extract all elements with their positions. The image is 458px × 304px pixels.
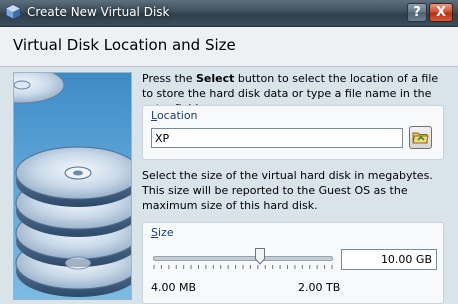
size-slider-ticks bbox=[153, 265, 333, 269]
disk-stack-illustration bbox=[14, 73, 131, 297]
close-icon: X bbox=[435, 5, 447, 20]
disk-stack-image bbox=[13, 72, 132, 300]
help-button-label: ? bbox=[413, 5, 421, 20]
location-label-text: ocation bbox=[156, 109, 198, 122]
size-group: Size 4.00 MB 2.00 TB bbox=[142, 222, 444, 304]
size-slider-track[interactable] bbox=[153, 256, 333, 261]
size-label-text: ize bbox=[157, 226, 174, 239]
page-header: Virtual Disk Location and Size bbox=[0, 27, 458, 67]
size-label-mnemonic: S bbox=[151, 226, 158, 239]
size-input[interactable] bbox=[341, 249, 437, 270]
virtualbox-icon bbox=[5, 4, 21, 20]
folder-icon bbox=[412, 132, 429, 144]
close-button[interactable]: X bbox=[429, 3, 453, 22]
size-slider-thumb[interactable] bbox=[254, 248, 265, 265]
page-title: Virtual Disk Location and Size bbox=[13, 36, 236, 54]
size-label: Size bbox=[151, 226, 174, 239]
title-bar[interactable]: Create New Virtual Disk ? X bbox=[0, 0, 458, 27]
size-max-label: 2.00 TB bbox=[298, 281, 341, 294]
size-description: Select the size of the virtual hard disk… bbox=[142, 169, 433, 212]
location-input[interactable] bbox=[151, 128, 403, 148]
location-desc-text: Press the bbox=[142, 72, 196, 85]
select-location-button[interactable] bbox=[409, 126, 432, 149]
location-label: Location bbox=[151, 109, 198, 122]
window-title: Create New Virtual Disk bbox=[27, 5, 170, 19]
location-group: Location bbox=[142, 105, 444, 160]
help-button[interactable]: ? bbox=[407, 3, 427, 22]
select-keyword: Select bbox=[196, 72, 235, 85]
size-min-label: 4.00 MB bbox=[151, 281, 197, 294]
